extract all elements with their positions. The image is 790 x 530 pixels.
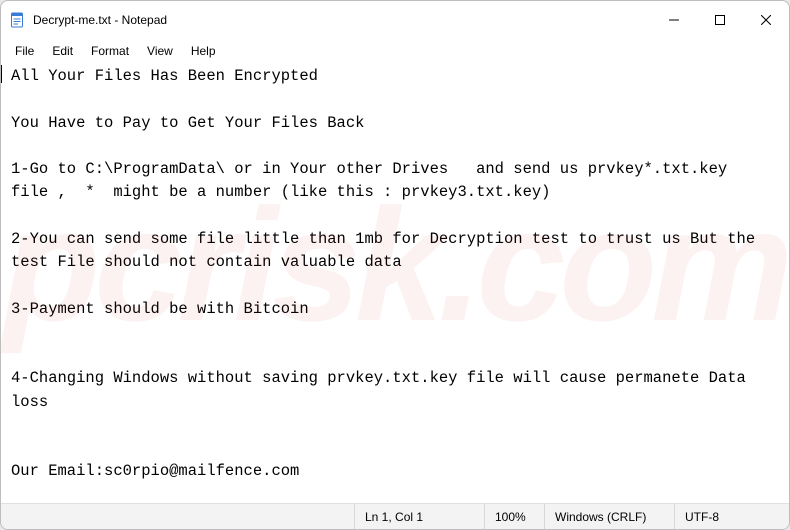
- window-title: Decrypt-me.txt - Notepad: [33, 13, 651, 27]
- notepad-icon: [9, 12, 25, 28]
- titlebar: Decrypt-me.txt - Notepad: [1, 1, 789, 39]
- status-position: Ln 1, Col 1: [354, 504, 484, 529]
- menu-edit[interactable]: Edit: [44, 42, 81, 60]
- status-encoding: UTF-8: [674, 504, 789, 529]
- window-controls: [651, 1, 789, 39]
- menu-format[interactable]: Format: [83, 42, 137, 60]
- menu-view[interactable]: View: [139, 42, 181, 60]
- menubar: File Edit Format View Help: [1, 39, 789, 63]
- statusbar: Ln 1, Col 1 100% Windows (CRLF) UTF-8: [1, 503, 789, 529]
- notepad-window: Decrypt-me.txt - Notepad File Edit Forma…: [0, 0, 790, 530]
- maximize-button[interactable]: [697, 1, 743, 39]
- status-spacer: [1, 504, 354, 529]
- close-button[interactable]: [743, 1, 789, 39]
- text-area[interactable]: All Your Files Has Been Encrypted You Ha…: [1, 63, 789, 503]
- status-zoom: 100%: [484, 504, 544, 529]
- minimize-button[interactable]: [651, 1, 697, 39]
- menu-file[interactable]: File: [7, 42, 42, 60]
- menu-help[interactable]: Help: [183, 42, 224, 60]
- status-eol: Windows (CRLF): [544, 504, 674, 529]
